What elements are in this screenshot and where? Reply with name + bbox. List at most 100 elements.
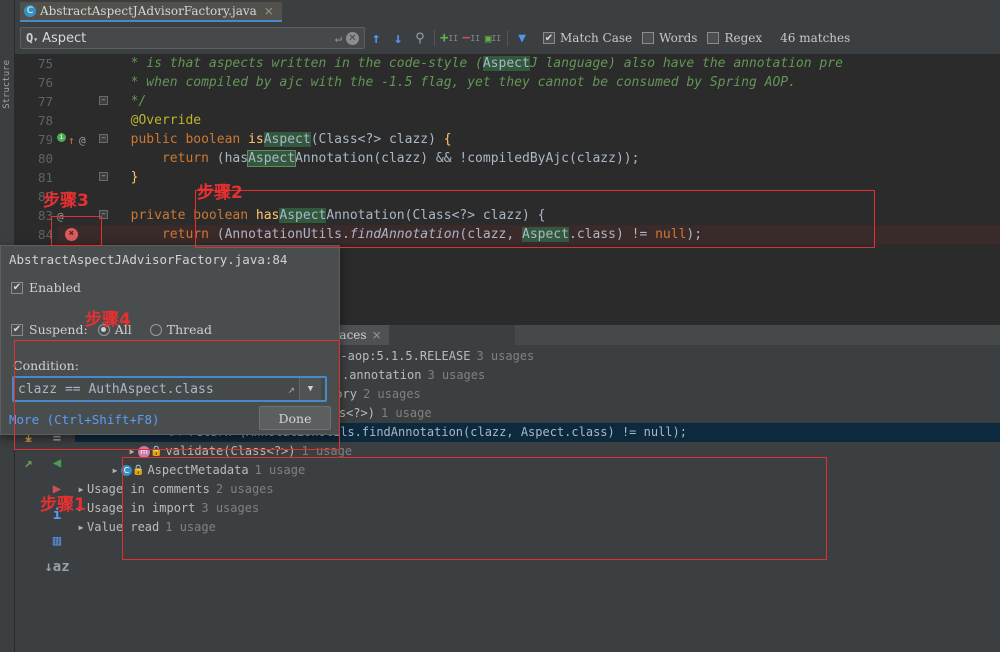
done-button[interactable]: Done (259, 406, 331, 430)
annotation-gutter-icon[interactable]: @ (79, 131, 86, 150)
code-token: boolean (185, 132, 241, 147)
previous-usage-icon[interactable]: ◀ (45, 451, 69, 475)
code-token: ); (686, 227, 703, 242)
close-icon[interactable]: × (264, 4, 274, 18)
find-next-icon[interactable]: ↓ (387, 27, 409, 49)
editor-tab-abstractaspectjadvisorfactory[interactable]: C AbstractAspectJAdvisorFactory.java × (20, 2, 282, 22)
code-text: public boolean isAspect(Class<?> clazz) … (115, 130, 452, 149)
search-icon[interactable]: Q▾ (26, 31, 38, 45)
filter-icon[interactable]: ▼ (511, 27, 533, 49)
usage-tree-row[interactable]: ▶ Usage in import 3 usages (75, 499, 1000, 518)
suspend-all-radio[interactable]: All (97, 322, 132, 337)
editor-gutter[interactable] (57, 149, 112, 168)
enabled-checkbox[interactable]: ✔ Enabled (11, 280, 81, 295)
code-line: 78 @Override (15, 111, 1000, 130)
code-fold-icon[interactable]: − (99, 210, 108, 219)
open-in-find-window-icon[interactable]: ⚲ (409, 27, 431, 49)
match-case-checkbox[interactable]: ✔ Match Case (543, 31, 632, 45)
enter-hint-icon: ↵ (334, 31, 342, 45)
usage-tree-row[interactable]: ▶ Value read 1 usage (75, 518, 1000, 537)
usage-tree-label: Usage in comments (87, 482, 210, 496)
enabled-label: Enabled (29, 280, 82, 295)
usage-count-label: 1 usage (165, 520, 216, 534)
chevron-right-icon[interactable]: ▶ (75, 480, 87, 499)
editor-gutter[interactable]: − (57, 168, 112, 187)
usage-tree-label: Value read (87, 520, 160, 534)
usage-tree-row[interactable]: ▶ Usage in comments 2 usages (75, 480, 1000, 499)
regex-checkbox[interactable]: Regex (707, 31, 762, 45)
code-text: @Override (115, 111, 201, 130)
search-input[interactable]: Q▾ Aspect ↵ ✕ (20, 27, 365, 49)
usage-count-label: 3 usages (201, 501, 260, 515)
code-fold-icon[interactable]: − (99, 134, 108, 143)
editor-gutter[interactable] (57, 111, 112, 130)
code-line: 75 * is that aspects written in the code… (15, 54, 1000, 73)
enabled-checkbox-box[interactable]: ✔ (11, 281, 23, 294)
editor-gutter[interactable]: ✖ (57, 225, 112, 244)
code-token: J language) also have the annotation pre (529, 56, 843, 71)
usage-tree-row[interactable]: ▶ C 🔒 AspectMetadata 1 usage (75, 461, 1000, 480)
line-number: 78 (37, 113, 53, 128)
override-arrow-icon[interactable]: ↑ (68, 131, 75, 150)
info-icon[interactable]: i (45, 503, 69, 527)
clear-search-icon[interactable]: ✕ (346, 31, 359, 45)
suspend-thread-radio[interactable]: Thread (149, 322, 212, 337)
select-all-occurrences-icon[interactable]: ▣ II (482, 27, 504, 49)
code-fold-icon[interactable]: − (99, 172, 108, 181)
search-input-value[interactable]: Aspect (42, 31, 331, 46)
search-match-highlight: Aspect (482, 56, 530, 71)
usage-count-label: 1 usage (301, 444, 353, 458)
suspend-all-radio-dot[interactable] (97, 323, 110, 336)
preview-usages-icon[interactable]: ▥ (45, 529, 69, 553)
chevron-down-icon[interactable]: ▼ (299, 378, 321, 400)
chevron-right-icon[interactable]: ▶ (109, 461, 121, 480)
ide-window: Structure C AbstractAspectJAdvisorFactor… (0, 0, 1000, 652)
code-token: Annotation(Class<?> clazz) { (326, 208, 546, 223)
suspend-checkbox-box[interactable]: ✔ (11, 323, 23, 336)
search-match-highlight: Aspect (263, 132, 311, 147)
sort-alphabetically-icon[interactable]: ↓az (44, 555, 69, 579)
words-checkbox[interactable]: Words (642, 31, 697, 45)
breakpoint-icon[interactable]: ✖ (65, 228, 78, 241)
add-selection-icon[interactable]: + II (438, 27, 460, 49)
match-case-checkbox-box[interactable]: ✔ (543, 32, 555, 44)
open-in-editor-icon[interactable]: ↗ (17, 451, 41, 475)
editor-gutter[interactable]: − (57, 92, 112, 111)
usage-tree-row[interactable]: ▶ m 🔒 validate(Class<?>) 1 usage (75, 442, 1000, 461)
close-icon[interactable]: × (372, 328, 382, 342)
editor-gutter[interactable] (57, 73, 112, 92)
chevron-right-icon[interactable]: ▶ (126, 442, 138, 461)
suspend-all-label: All (114, 322, 132, 337)
remove-selection-icon[interactable]: − II (460, 27, 482, 49)
suspend-thread-radio-dot[interactable] (149, 323, 162, 336)
condition-input-value[interactable]: clazz == AuthAspect.class (18, 382, 288, 397)
code-token: { (443, 132, 452, 147)
code-fold-icon[interactable]: − (99, 96, 108, 105)
usage-tree-label: Usage in import (87, 501, 196, 515)
chevron-right-icon[interactable]: ▶ (75, 499, 87, 518)
code-token: is (240, 132, 264, 147)
more-link[interactable]: More (Ctrl+Shift+F8) (9, 412, 160, 427)
editor-gutter[interactable]: i ↑ @ − (57, 130, 112, 149)
annotation-gutter-icon[interactable]: @ (57, 207, 64, 226)
breakpoint-properties-popup[interactable]: AbstractAspectJAdvisorFactory.java:84 ✔ … (0, 245, 340, 435)
editor-gutter[interactable] (57, 187, 112, 206)
class-icon: C🔒 (121, 464, 144, 478)
suspend-row[interactable]: ✔ Suspend: All Thread (11, 322, 212, 337)
words-checkbox-box[interactable] (642, 32, 655, 44)
editor-gutter[interactable]: @ − (57, 206, 112, 225)
left-strip-label[interactable]: Structure (2, 60, 12, 109)
code-token: has (248, 208, 280, 223)
line-number: 77 (37, 94, 53, 109)
editor-gutter[interactable] (57, 54, 112, 73)
suspend-label: Suspend: (29, 322, 88, 337)
expand-editor-icon[interactable]: ↗ (288, 382, 295, 396)
regex-checkbox-box[interactable] (707, 32, 720, 44)
chevron-right-icon[interactable]: ▶ (75, 518, 87, 537)
next-usage-icon[interactable]: ▶ (45, 477, 69, 501)
find-previous-icon[interactable]: ↑ (365, 27, 387, 49)
condition-input[interactable]: clazz == AuthAspect.class ↗ ▼ (12, 376, 327, 402)
intention-bulb-icon[interactable]: i (57, 133, 66, 142)
search-match-highlight: Aspect (522, 227, 569, 242)
